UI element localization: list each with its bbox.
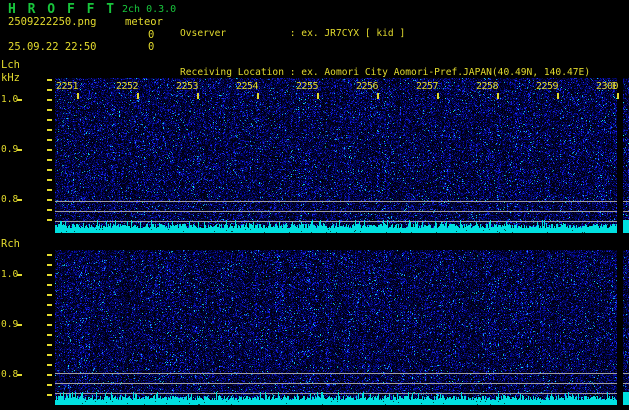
freq-axis-tick: [47, 79, 52, 81]
time-axis-tick: [497, 93, 499, 99]
freq-axis-label: 0.9: [1, 319, 19, 330]
echo-count-upper: 0: [148, 29, 155, 41]
freq-axis-tick: [47, 129, 52, 131]
lch-channel-label: Lch: [1, 59, 20, 71]
freq-axis-label: 1.0: [1, 269, 19, 280]
freq-axis-tick: [47, 159, 52, 161]
freq-axis-dash: [17, 99, 22, 101]
hrofft-window: H R O F F T 2ch 0.3.0 2509222250.png met…: [0, 0, 629, 410]
freq-axis-label: 0.9: [1, 144, 19, 155]
time-axis-tick: [197, 93, 199, 99]
lch-spectrogram: [55, 78, 629, 233]
time-axis-label: 2253: [175, 81, 199, 92]
freq-axis-tick: [47, 119, 52, 121]
freq-axis-tick: [47, 189, 52, 191]
datetime-label: 25.09.22 22:50: [8, 41, 97, 53]
freq-axis-tick: [47, 264, 52, 266]
time-axis-tick: [437, 93, 439, 99]
freq-axis-tick: [47, 199, 52, 201]
freq-axis-tick: [47, 254, 52, 256]
mode-label: meteor: [125, 16, 163, 28]
freq-axis-tick: [47, 169, 52, 171]
freq-axis-tick: [47, 219, 52, 221]
freq-axis-dash: [17, 149, 22, 151]
time-axis-label: 2259: [535, 81, 559, 92]
time-axis-label: 2258: [475, 81, 499, 92]
time-axis-tick: [137, 93, 139, 99]
time-axis-tick: [617, 93, 619, 99]
time-axis-tick: [557, 93, 559, 99]
freq-axis-dash: [17, 374, 22, 376]
app-version: 2ch 0.3.0: [122, 4, 177, 15]
time-axis-label: 2256: [355, 81, 379, 92]
freq-axis-dash: [17, 274, 22, 276]
freq-axis-tick: [47, 314, 52, 316]
freq-axis-tick: [47, 364, 52, 366]
freq-axis-dash: [17, 199, 22, 201]
freq-axis-tick: [47, 334, 52, 336]
time-axis-label: 2254: [235, 81, 259, 92]
freq-axis-label: 0.8: [1, 194, 19, 205]
time-axis-label: 2257: [415, 81, 439, 92]
time-axis-edge-label: 1: [611, 81, 617, 92]
time-axis-tick: [77, 93, 79, 99]
freq-axis-tick: [47, 384, 52, 386]
freq-unit-label: kHz: [1, 72, 20, 84]
freq-axis-tick: [47, 109, 52, 111]
time-axis-tick: [257, 93, 259, 99]
freq-axis-tick: [47, 394, 52, 396]
time-axis-tick: [317, 93, 319, 99]
freq-axis-tick: [47, 139, 52, 141]
rch-spectrogram: [55, 250, 629, 405]
freq-axis-tick: [47, 149, 52, 151]
freq-axis-tick: [47, 304, 52, 306]
freq-axis-label: 1.0: [1, 94, 19, 105]
freq-axis-label: 0.8: [1, 369, 19, 380]
freq-axis-tick: [47, 344, 52, 346]
freq-axis-tick: [47, 209, 52, 211]
freq-axis-tick: [47, 284, 52, 286]
observer-line: Ovserver : ex. JR7CYX [ kid ]: [180, 28, 406, 39]
time-axis-label: 2251: [55, 81, 79, 92]
freq-axis-tick: [47, 374, 52, 376]
output-filename: 2509222250.png: [8, 16, 97, 28]
app-title: H R O F F T: [8, 2, 117, 17]
freq-axis-tick: [47, 294, 52, 296]
time-axis-label: 2252: [115, 81, 139, 92]
freq-axis-tick: [47, 99, 52, 101]
freq-axis-tick: [47, 179, 52, 181]
freq-axis-tick: [47, 274, 52, 276]
freq-axis-dash: [17, 324, 22, 326]
freq-axis-tick: [47, 354, 52, 356]
time-axis-label: 2255: [295, 81, 319, 92]
time-axis-tick: [377, 93, 379, 99]
rch-channel-label: Rch: [1, 238, 20, 250]
freq-axis-tick: [47, 89, 52, 91]
echo-count-lower: 0: [148, 41, 155, 53]
freq-axis-tick: [47, 324, 52, 326]
